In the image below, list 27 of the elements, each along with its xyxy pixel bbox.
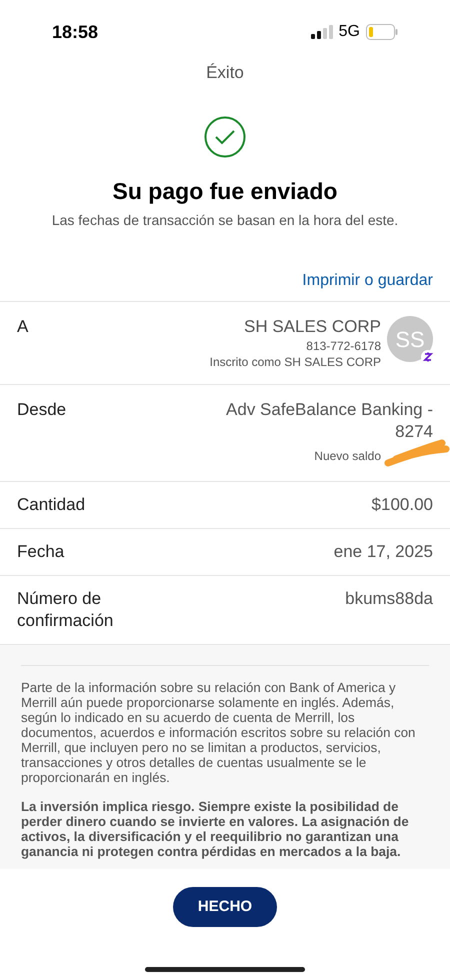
print-or-save-link[interactable]: Imprimir o guardar <box>302 269 433 293</box>
disclosure-paragraph: La inversión implica riesgo. Siempre existe la posibilidad de perder dinero cuando se invierte en valores. La asignación de activos, la diversificación y el reequilibrio no garantizan una ganancia ni protegen contra pérdidas en mercados a la baja. <box>21 799 410 859</box>
enrolled-text: Inscrito como SH SALES CORP <box>210 354 381 370</box>
detail-value: ene 17, 2025 <box>334 541 433 563</box>
network-label: 5G <box>338 22 360 42</box>
detail-label: Fecha <box>17 541 66 563</box>
balance-label: Nuevo saldo <box>314 448 381 465</box>
page-title: Éxito <box>206 62 244 84</box>
recipient-phone: 813-772-6178 <box>306 338 381 354</box>
zelle-icon <box>421 350 435 364</box>
battery-icon <box>366 24 398 40</box>
detail-label: Desde <box>17 399 68 421</box>
done-button[interactable]: HECHO <box>173 887 277 927</box>
disclosure-paragraph: Parte de la información sobre su relación con Bank of America y Merrill aún puede proporcionarse solamente en inglés. Además, según lo indicado en su acuerdo de cuenta de Merrill, los documentos, acuerdos e información escritos sobre su relación con Merrill, que incluyen pero no se limitan a productos, servicios, transacciones y otros detalles de cuentas usualmente se le proporcionarán en inglés. <box>21 680 416 785</box>
signal-icon <box>310 25 333 39</box>
success-heading: Su pago fue enviado <box>112 176 338 206</box>
detail-value: $100.00 <box>372 494 433 516</box>
detail-value: bkums88da <box>345 588 433 610</box>
detail-label: Cantidad <box>17 494 86 516</box>
success-subtitle: Las fechas de transacción se basan en la hora del este. <box>52 211 398 230</box>
checkmark-circle-icon <box>204 116 246 158</box>
detail-label: A <box>17 316 30 338</box>
recipient-name: SH SALES CORP <box>244 316 381 338</box>
status-time: 18:58 <box>52 20 98 44</box>
account-name: Adv SafeBalance Banking - 8274 <box>225 399 433 443</box>
detail-label: Número de confirmación <box>17 588 114 632</box>
redaction-scribble <box>384 439 450 469</box>
